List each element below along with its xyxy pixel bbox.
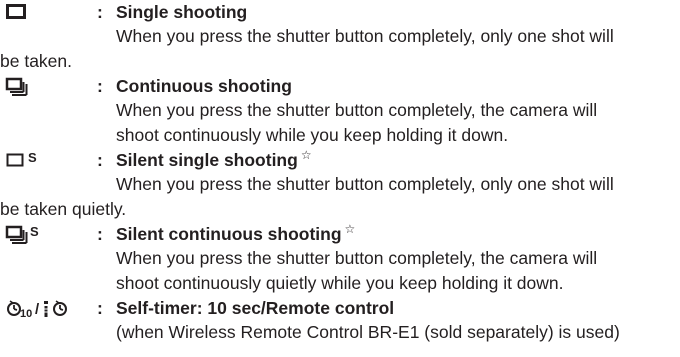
description-line: be taken quietly. — [0, 198, 127, 219]
continuous-shooting-icon — [5, 76, 86, 98]
entry-title: Continuous shooting — [116, 76, 292, 96]
entry-title: Silent single shooting ☆ — [116, 148, 312, 170]
description-line: When you press the shutter button comple… — [116, 26, 614, 46]
entry-title: Silent continuous shooting ☆ — [116, 222, 356, 244]
entry-title: Single shooting — [116, 2, 248, 22]
icon-separator: / — [35, 301, 40, 318]
silent-single-shooting-icon: S — [6, 150, 86, 172]
entry-description: When you press the shutter button comple… — [0, 98, 680, 147]
entry-description: When you press the shutter button comple… — [0, 24, 680, 73]
entry-colon: : — [97, 224, 103, 244]
entry-colon: : — [97, 150, 103, 170]
description-line: shoot continuously while you keep holdin… — [116, 124, 509, 145]
self-timer-remote-icon: 10 / — [6, 298, 86, 320]
entry-description: When you press the shutter button comple… — [0, 172, 680, 221]
description-line: When you press the shutter button comple… — [116, 174, 614, 194]
entry-description: When you press the shutter button comple… — [0, 246, 680, 295]
description-line: be taken. — [0, 50, 72, 71]
timer-value-label: 10 — [20, 308, 32, 320]
entry-colon: : — [97, 298, 103, 318]
single-shooting-icon — [6, 2, 86, 24]
description-line: When you press the shutter button comple… — [116, 248, 598, 268]
star-icon: ☆ — [300, 148, 312, 162]
drive-mode-list: : Single shooting When you press the shu… — [0, 0, 680, 357]
entry-title: Self-timer: 10 sec/Remote control — [116, 298, 395, 318]
description-line: When you press the shutter button comple… — [116, 100, 598, 120]
description-line: shoot continuously quietly while you kee… — [116, 272, 564, 293]
silent-continuous-shooting-icon: S — [5, 224, 86, 246]
silent-suffix-label: S — [28, 150, 37, 165]
entry-description: (when Wireless Remote Control BR-E1 (sol… — [0, 320, 680, 345]
entry-colon: : — [97, 2, 103, 22]
description-line: (when Wireless Remote Control BR-E1 (sol… — [116, 322, 620, 342]
silent-suffix-label: S — [30, 224, 39, 239]
star-icon: ☆ — [344, 222, 356, 236]
entry-colon: : — [97, 76, 103, 96]
